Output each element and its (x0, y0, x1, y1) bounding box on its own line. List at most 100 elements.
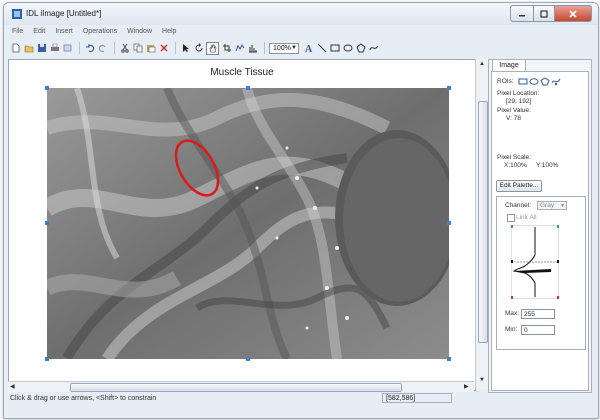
roi-tools (518, 77, 562, 86)
save-icon[interactable] (36, 43, 47, 54)
scroll-left-icon[interactable]: ◀ (10, 383, 15, 390)
line-profile-icon[interactable] (234, 43, 245, 54)
max-marker (511, 225, 513, 228)
open-folder-icon[interactable] (23, 43, 34, 54)
undo-icon[interactable] (84, 43, 95, 54)
channel-value: Gray (540, 202, 555, 209)
resize-handle[interactable] (45, 86, 49, 90)
resize-handle[interactable] (246, 357, 250, 361)
text-tool-icon[interactable]: A (303, 43, 314, 54)
resize-handle[interactable] (45, 357, 49, 361)
minimize-button[interactable] (510, 5, 534, 22)
maximize-button[interactable] (534, 5, 555, 22)
menu-insert[interactable]: Insert (55, 28, 73, 35)
pixel-value: V: 78 (506, 115, 521, 122)
scroll-down-icon[interactable]: ▼ (479, 377, 485, 383)
toolbar-separator (114, 42, 115, 54)
export-icon[interactable] (62, 43, 73, 54)
menu-file[interactable]: File (12, 28, 23, 35)
paste-icon[interactable] (145, 43, 156, 54)
resize-handle[interactable] (246, 86, 250, 90)
pixel-location-value: [29, 192] (506, 98, 532, 105)
pixel-location-label: Pixel Location: (497, 90, 540, 97)
window-title: IDL iImage [Untitled*] (26, 9, 102, 18)
min-label: Min: (505, 326, 518, 333)
edit-palette-button[interactable]: Edit Palette... (496, 180, 542, 192)
polygon-roi-icon[interactable] (540, 77, 551, 86)
link-all-label: Link All (516, 214, 537, 221)
zoom-value: 100% (273, 44, 291, 52)
app-icon (12, 9, 22, 19)
pan-hand-icon[interactable] (206, 41, 219, 55)
link-all-checkbox[interactable] (507, 214, 515, 222)
ellipse-tool-icon[interactable] (342, 43, 353, 54)
window-controls (510, 5, 592, 22)
histogram-tool-icon[interactable] (247, 43, 258, 54)
delete-icon[interactable] (158, 43, 169, 54)
vertical-scroll-thumb[interactable] (478, 101, 488, 343)
rois-label: ROIs: (497, 78, 514, 85)
horizontal-scrollbar[interactable]: ◀ ▶ (8, 381, 474, 392)
image-canvas[interactable]: Muscle Tissue (8, 59, 476, 391)
min-input[interactable]: 0 (521, 325, 555, 335)
cut-icon[interactable] (119, 43, 130, 54)
menu-help[interactable]: Help (162, 28, 176, 35)
vertical-scrollbar[interactable]: ▲ ▼ (475, 59, 488, 389)
image-title: Muscle Tissue (210, 67, 274, 78)
toolbar-separator (264, 42, 265, 54)
resize-handle[interactable] (447, 357, 451, 361)
side-panel: Image ROIs: Pixel Location: [29, 192] Pi… (488, 59, 592, 393)
rotate-icon[interactable] (193, 43, 204, 54)
maximize-icon (540, 9, 548, 18)
print-icon[interactable] (49, 43, 60, 54)
copy-icon[interactable] (132, 43, 143, 54)
channel-select[interactable]: Gray ▼ (537, 201, 567, 210)
menu-edit[interactable]: Edit (33, 28, 45, 35)
status-coordinates: [582,586] (382, 393, 452, 403)
resize-handle[interactable] (45, 221, 49, 225)
pixel-scale-label: Pixel Scale: (497, 154, 531, 161)
close-icon (569, 9, 577, 18)
micrograph (47, 88, 449, 359)
redo-icon[interactable] (97, 43, 108, 54)
menu-operations[interactable]: Operations (83, 28, 117, 35)
close-button[interactable] (555, 5, 592, 22)
scroll-up-icon[interactable]: ▲ (479, 61, 485, 67)
rectangle-tool-icon[interactable] (329, 43, 340, 54)
chevron-down-icon: ▼ (560, 203, 565, 209)
status-hint: Click & drag or use arrows, <Shift> to c… (10, 395, 157, 402)
pixel-value-label: Pixel Value: (497, 107, 531, 114)
freehand-roi-icon[interactable] (551, 77, 562, 86)
zoom-select[interactable]: 100% ▼ (269, 42, 299, 54)
crop-icon[interactable] (221, 43, 232, 54)
toolbar-separator (79, 42, 80, 54)
menu-bar: File Edit Insert Operations Window Help (4, 25, 598, 38)
histogram[interactable] (511, 225, 559, 299)
line-tool-icon[interactable] (316, 43, 327, 54)
pixel-scale-x: X:100% (504, 162, 527, 169)
scroll-right-icon[interactable]: ▶ (464, 383, 469, 390)
status-bar: Click & drag or use arrows, <Shift> to c… (4, 393, 598, 405)
rectangle-roi-icon[interactable] (518, 77, 529, 86)
muscle-tissue-image[interactable] (47, 88, 449, 359)
max-label: Max: (505, 310, 520, 317)
resize-handle[interactable] (447, 86, 451, 90)
freehand-tool-icon[interactable] (368, 43, 379, 54)
pixel-scale-y: Y:100% (536, 162, 559, 169)
ellipse-roi-icon[interactable] (529, 77, 540, 86)
image-panel-body: ROIs: Pixel Location: [29, 192] Pixel Va… (491, 71, 589, 391)
select-arrow-icon[interactable] (180, 43, 191, 54)
resize-handle[interactable] (447, 221, 451, 225)
horizontal-scroll-thumb[interactable] (70, 383, 402, 392)
min-marker (511, 296, 513, 299)
svg-text:A: A (305, 44, 313, 53)
histogram-box: Channel: Gray ▼ Link All Max: 255 Min: 0 (496, 196, 586, 350)
max-input[interactable]: 255 (521, 309, 555, 319)
title-bar[interactable]: IDL iImage [Untitled*] (4, 3, 598, 25)
toolbar: 100% ▼ A (4, 39, 598, 57)
new-file-icon[interactable] (10, 43, 21, 54)
chevron-down-icon: ▼ (291, 44, 297, 51)
menu-window[interactable]: Window (127, 28, 152, 35)
toolbar-separator (175, 42, 176, 54)
polygon-tool-icon[interactable] (355, 43, 366, 54)
